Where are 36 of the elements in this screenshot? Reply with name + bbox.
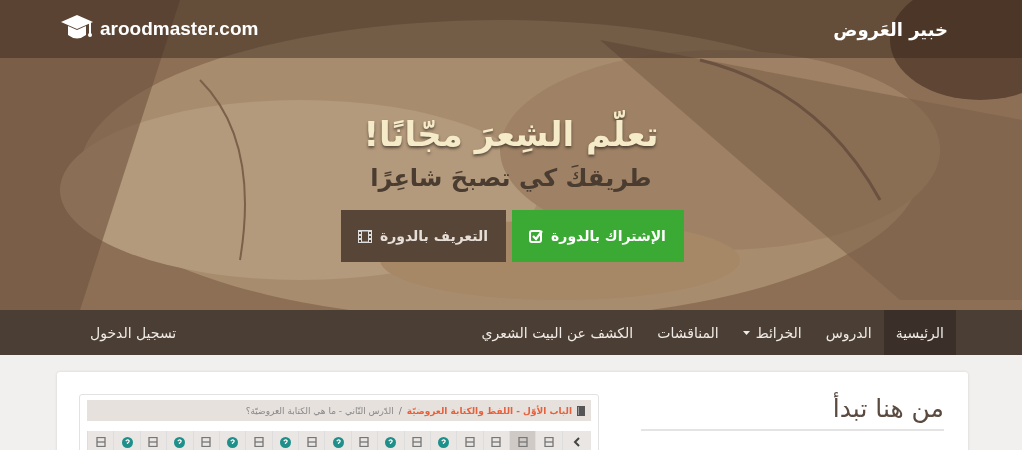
quiz-icon	[438, 437, 450, 448]
section-heading: من هنا تبدأ	[641, 394, 944, 431]
login-link[interactable]: تسجيل الدخول	[90, 310, 177, 355]
page-icon	[464, 437, 475, 447]
course-intro-button[interactable]: التعريف بالدورة	[340, 210, 506, 262]
checkbox-icon	[529, 229, 544, 243]
site-logo-text[interactable]: aroodmaster.com	[100, 18, 259, 40]
nav-item[interactable]: الخرائط	[730, 310, 814, 355]
quiz-icon	[279, 437, 291, 448]
quiz-icon	[227, 437, 239, 448]
page-icon	[253, 437, 264, 447]
page-icon	[95, 437, 106, 447]
page-icon	[412, 437, 423, 447]
brand-name[interactable]: خبير العَروض	[833, 18, 948, 40]
hero-title: تعلّم الشِعرَ مجّانًا!	[363, 102, 659, 166]
page-icon	[148, 437, 159, 447]
hero-subtitle: طريقكَ كي تصبحَ شاعِرًا	[370, 163, 652, 194]
chevron-left-icon	[572, 437, 581, 447]
page-icon	[359, 437, 370, 447]
quiz-icon	[174, 437, 186, 448]
quiz-icon	[385, 437, 397, 448]
quiz-icon	[121, 437, 133, 448]
quiz-icon	[332, 437, 344, 448]
nav-item[interactable]: الكشف عن البيت الشعري	[469, 310, 646, 355]
page-icon	[306, 437, 317, 447]
film-icon	[357, 229, 372, 243]
breadcrumb-current: الدّرس الثّاني - ما هي الكتابة العروضيّة؟	[245, 405, 394, 416]
page-icon	[544, 437, 555, 447]
book-icon	[577, 405, 585, 416]
nav-item[interactable]: المناقشات	[645, 310, 731, 355]
nav-item[interactable]: الرئيسية	[883, 310, 956, 355]
page-icon	[201, 437, 212, 447]
page-icon	[517, 437, 528, 447]
breadcrumb-separator: /	[398, 405, 402, 416]
page-icon	[491, 437, 502, 447]
nav-item[interactable]: الدروس	[813, 310, 884, 355]
